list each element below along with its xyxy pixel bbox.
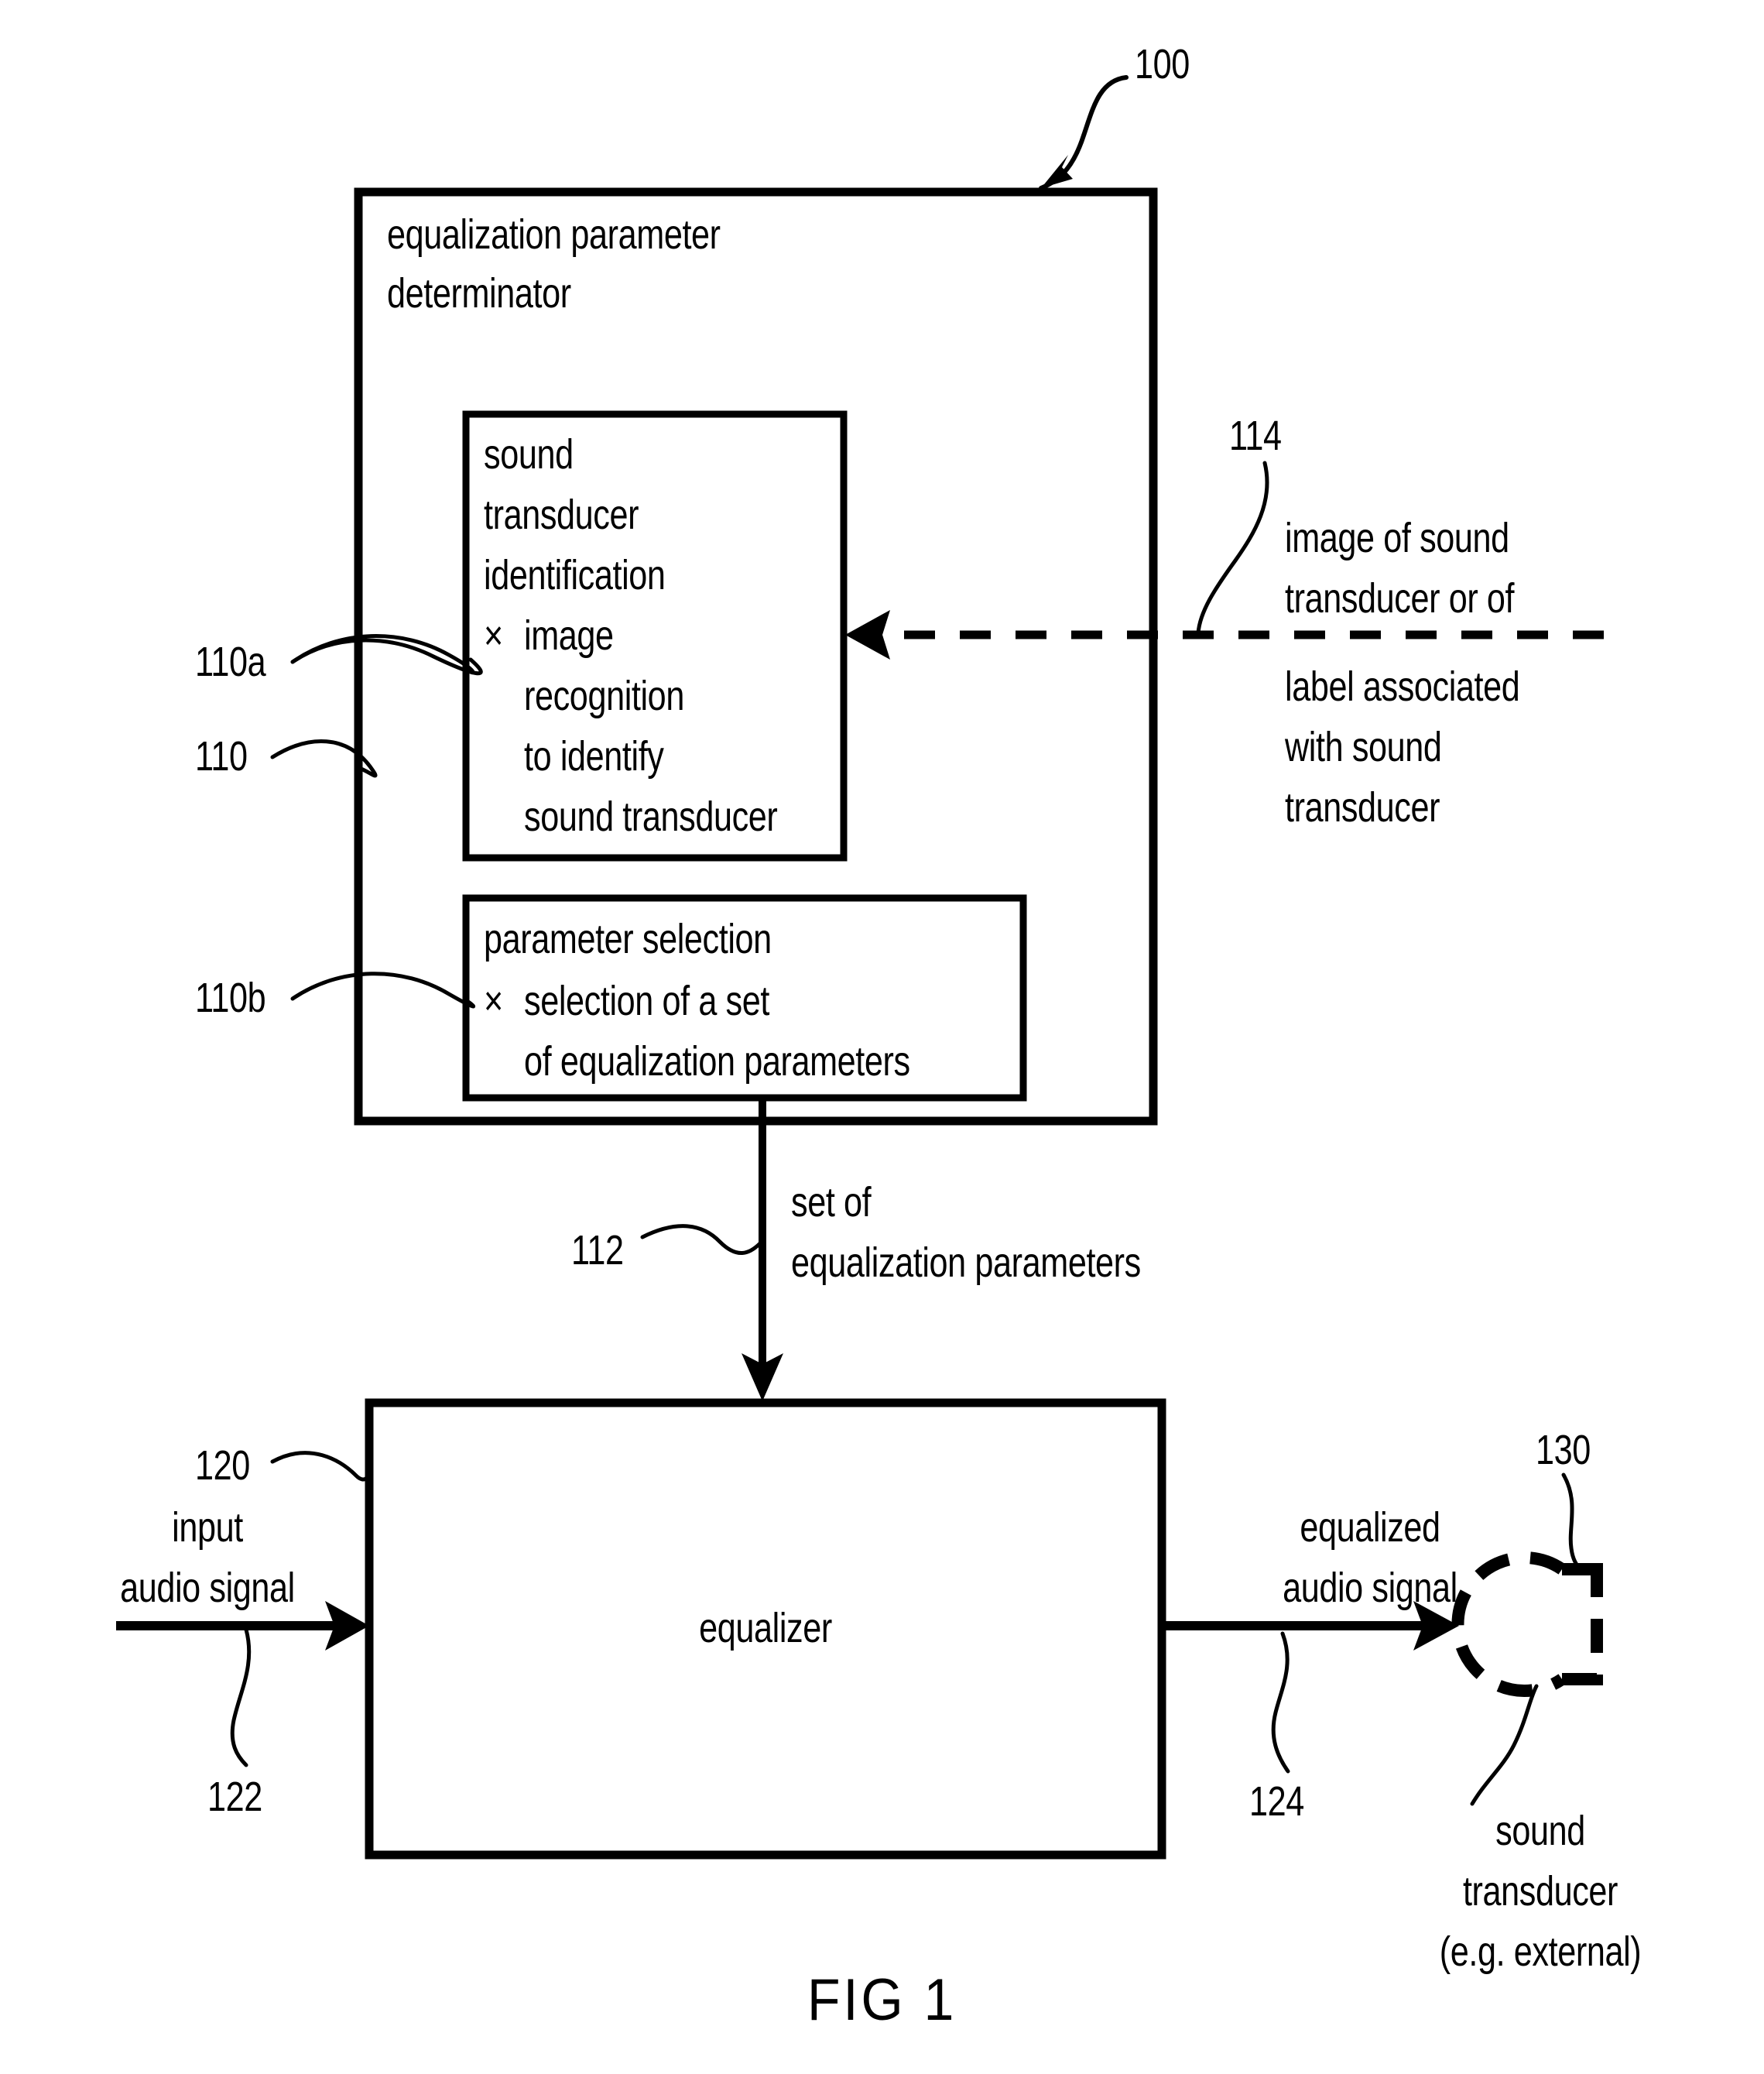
input-signal-line2: audio signal (120, 1565, 295, 1611)
leader-130 (1561, 1472, 1584, 1572)
identification-title-line2: transducer (484, 492, 639, 538)
identification-bullet-line2: recognition (524, 673, 684, 719)
figure-caption: FIG 1 (807, 1967, 957, 2033)
sound-transducer-caption-line2: transducer (1462, 1868, 1618, 1915)
parameters-signal-line2: equalization parameters (791, 1239, 1141, 1286)
leader-114 (1196, 461, 1269, 636)
output-signal-line2: audio signal (1283, 1565, 1457, 1611)
image-input-line3: label associated (1285, 663, 1520, 710)
image-input-line1: image of sound (1285, 515, 1509, 561)
parameter-selection-bullet-line1: selection of a set (524, 978, 769, 1024)
identification-bullet-line1: image (524, 612, 614, 659)
parameter-selection-bullet-line2: of equalization parameters (524, 1038, 910, 1085)
reference-110b: 110b (195, 975, 266, 1021)
reference-124: 124 (1249, 1778, 1304, 1825)
identification-bullet-line4: sound transducer (524, 794, 778, 840)
output-signal-line1: equalized (1300, 1504, 1440, 1551)
parameters-signal-line1: set of (791, 1179, 872, 1226)
reference-122: 122 (207, 1774, 262, 1820)
image-input-line4: with sound (1285, 724, 1442, 770)
parameters-arrow (742, 1098, 783, 1401)
reference-112: 112 (571, 1227, 624, 1274)
reference-100: 100 (1135, 41, 1190, 87)
leader-110b (290, 972, 476, 1009)
leader-120 (270, 1451, 372, 1482)
leader-112 (640, 1224, 762, 1255)
identification-title-line1: sound (484, 431, 574, 478)
identification-bullet-symbol: × (484, 612, 503, 659)
reference-120: 120 (195, 1442, 250, 1489)
image-input-line5: transducer (1285, 784, 1440, 831)
input-signal-line1: input (172, 1504, 243, 1551)
sound-transducer-caption-line1: sound (1495, 1808, 1585, 1854)
identification-title-line3: identification (484, 552, 666, 598)
equalization-parameter-determinator-title-line1: equalization parameter (387, 211, 721, 258)
patent-figure-fig-1: 100 equalization parameter determinator … (0, 0, 1764, 2074)
leader-sound-transducer-caption (1470, 1684, 1539, 1806)
image-input-line2: transducer or of (1285, 575, 1515, 622)
parameter-selection-title: parameter selection (484, 916, 772, 962)
reference-110: 110 (195, 733, 248, 780)
parameter-selection-bullet-symbol: × (484, 978, 503, 1024)
reference-114: 114 (1229, 413, 1282, 459)
identification-bullet-line3: to identify (524, 733, 664, 780)
reference-110a: 110a (195, 639, 266, 685)
equalization-parameter-determinator-title-line2: determinator (387, 270, 571, 317)
leader-100 (1039, 75, 1129, 190)
reference-130: 130 (1536, 1427, 1591, 1473)
